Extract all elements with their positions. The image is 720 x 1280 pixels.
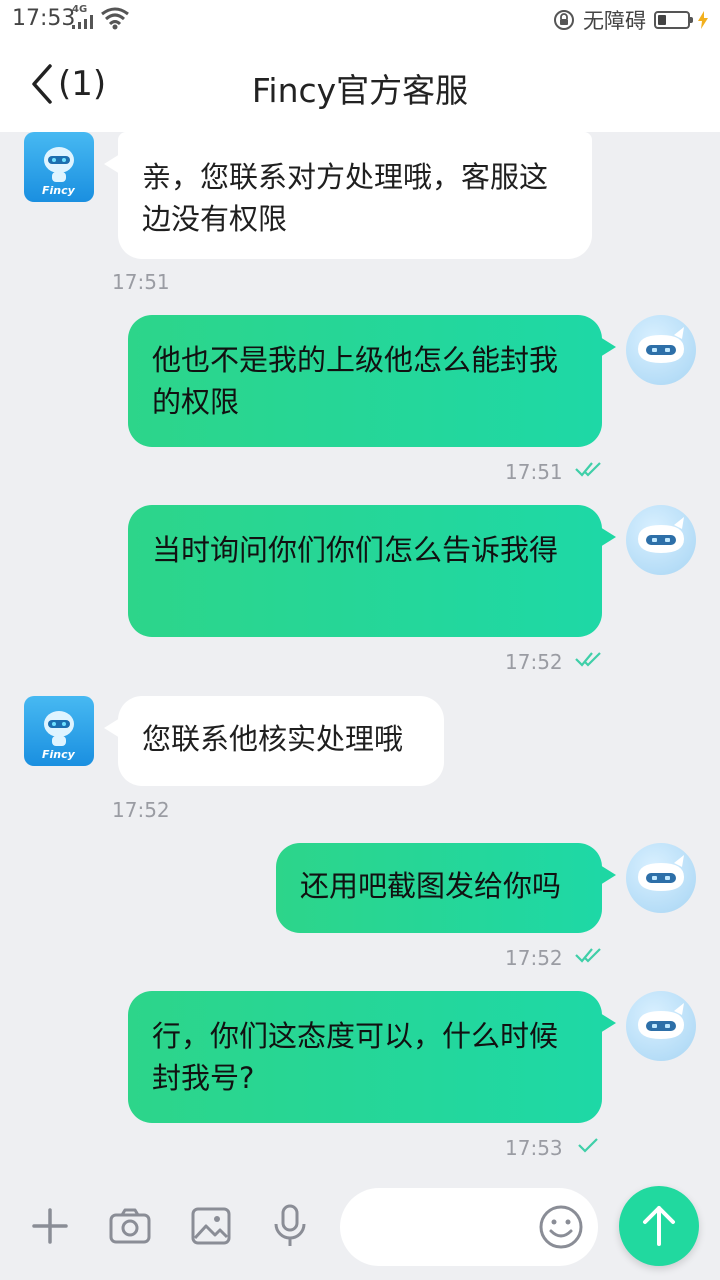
double-check-icon (575, 652, 601, 667)
avatar-brand: Fincy (42, 184, 75, 197)
camera-icon[interactable] (106, 1202, 154, 1250)
input-bar (0, 1180, 720, 1280)
page-title: Fincy官方客服 (251, 71, 469, 110)
robot-avatar-icon (638, 327, 684, 363)
wifi-icon (101, 7, 129, 30)
accessibility-label: 无障碍 (583, 9, 646, 33)
avatar-brand: Fincy (42, 748, 75, 761)
robot-avatar-icon (638, 855, 684, 891)
message-bubble-user[interactable]: 行，你们这态度可以，什么时候封我号? (128, 991, 616, 1123)
double-check-icon (575, 462, 601, 477)
plus-icon[interactable] (26, 1202, 74, 1250)
battery-tip (690, 17, 693, 23)
accessibility-icon (554, 10, 574, 30)
signal-icon (72, 15, 93, 29)
send-button[interactable] (619, 1186, 699, 1266)
message-bubble-agent[interactable]: 您联系他核实处理哦 (104, 696, 444, 786)
user-avatar[interactable] (626, 315, 696, 385)
check-icon (578, 1138, 598, 1153)
battery-level (658, 15, 666, 25)
send-arrow-icon (643, 1206, 675, 1246)
user-avatar[interactable] (626, 505, 696, 575)
message-bubble-agent[interactable]: 亲，您联系对方处理哦，客服这边没有权限 (104, 132, 592, 259)
network-type: 4G (72, 4, 88, 15)
chat-header: (1) Fincy官方客服 (0, 40, 720, 132)
image-icon[interactable] (187, 1202, 235, 1250)
message-time: 17:51 (112, 270, 170, 294)
robot-avatar-icon (638, 517, 684, 553)
agent-avatar[interactable]: Fincy (24, 132, 94, 202)
status-bar: 17:53 4G 无障碍 (0, 0, 720, 40)
message-time: 17:52 (505, 650, 563, 674)
message-time: 17:53 (505, 1136, 563, 1160)
message-time: 17:52 (505, 946, 563, 970)
status-time: 17:53 (12, 6, 76, 31)
user-avatar[interactable] (626, 991, 696, 1061)
message-bubble-user[interactable]: 还用吧截图发给你吗 (276, 843, 616, 933)
battery-icon (654, 11, 693, 29)
charging-icon (698, 11, 708, 29)
message-time: 17:52 (112, 798, 170, 822)
emoji-icon[interactable] (536, 1202, 586, 1252)
message-list[interactable]: Fincy 亲，您联系对方处理哦，客服这边没有权限 17:51 他也不是我的上级… (0, 132, 720, 1180)
microphone-icon[interactable] (266, 1202, 314, 1250)
agent-avatar[interactable]: Fincy (24, 696, 94, 766)
message-bubble-user[interactable]: 他也不是我的上级他怎么能封我的权限 (128, 315, 616, 447)
status-right: 无障碍 (553, 5, 708, 35)
user-avatar[interactable] (626, 843, 696, 913)
double-check-icon (575, 948, 601, 963)
message-time: 17:51 (505, 460, 563, 484)
robot-avatar-icon (638, 1003, 684, 1039)
message-bubble-user[interactable]: 当时询问你们你们怎么告诉我得 (128, 505, 616, 637)
